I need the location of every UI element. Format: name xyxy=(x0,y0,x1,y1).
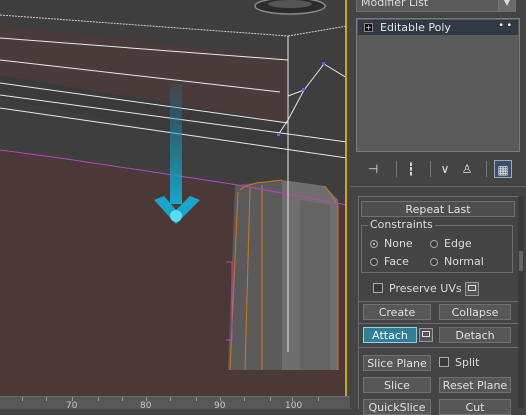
constraint-edge-radio[interactable]: Edge xyxy=(430,238,472,250)
attach-settings-icon[interactable] xyxy=(419,328,433,342)
pin-stack-icon[interactable]: ⊣ xyxy=(364,160,382,178)
constraint-none-label: None xyxy=(384,237,413,250)
split-checkbox[interactable]: Split xyxy=(439,357,479,369)
vertex-1[interactable] xyxy=(322,62,325,65)
radio-selected-icon xyxy=(370,240,378,248)
show-end-result-icon[interactable]: ┇ xyxy=(402,160,420,178)
toolbar-divider xyxy=(396,161,397,177)
stack-item-editable-poly[interactable]: + Editable Poly • • xyxy=(358,20,518,35)
radio-icon xyxy=(430,258,438,266)
stack-item-label: Editable Poly xyxy=(380,21,451,34)
detach-button[interactable]: Detach xyxy=(439,327,511,343)
toolbar-divider xyxy=(486,161,487,177)
constraint-face-label: Face xyxy=(384,255,409,268)
constraint-none-radio[interactable]: None xyxy=(370,238,413,250)
cut-button[interactable]: Cut xyxy=(439,399,511,415)
ruler-tick xyxy=(122,397,123,401)
vertex-2[interactable] xyxy=(302,88,305,91)
block-face xyxy=(228,180,282,370)
repeat-last-button[interactable]: Repeat Last xyxy=(361,201,515,217)
create-button[interactable]: Create xyxy=(363,304,431,320)
expand-icon[interactable]: + xyxy=(364,23,373,32)
preserve-uvs-settings-icon[interactable] xyxy=(465,282,479,296)
checkbox-icon xyxy=(439,357,449,367)
remove-modifier-icon[interactable]: ♙ xyxy=(458,160,476,178)
panel-divider xyxy=(350,186,526,187)
rollout-divider xyxy=(359,301,519,302)
constraint-edge-label: Edge xyxy=(444,237,472,250)
arrow-glow xyxy=(170,210,182,222)
quickslice-button[interactable]: QuickSlice xyxy=(363,399,431,415)
time-ruler[interactable]: 70 80 90 100 xyxy=(0,396,352,409)
ruler-tick xyxy=(318,397,319,401)
ruler-tick xyxy=(98,397,99,401)
ruler-tick xyxy=(196,397,197,401)
preserve-uvs-label: Preserve UVs xyxy=(389,282,462,295)
edit-geometry-rollout: Repeat Last Constraints None Edge Face N… xyxy=(358,196,519,415)
ruler-tick xyxy=(270,397,271,401)
constraints-group: Constraints None Edge Face Normal xyxy=(361,218,513,273)
constraints-title: Constraints xyxy=(368,218,435,231)
block-inner xyxy=(300,200,330,370)
perspective-viewport[interactable] xyxy=(0,0,347,396)
make-unique-icon[interactable]: ∨ xyxy=(436,160,454,178)
rollout-divider xyxy=(359,347,519,348)
radio-icon xyxy=(430,240,438,248)
preserve-uvs-checkbox[interactable]: Preserve UVs xyxy=(373,283,462,295)
attach-button[interactable]: Attach xyxy=(363,327,417,343)
split-label: Split xyxy=(455,356,480,369)
collapse-button[interactable]: Collapse xyxy=(439,304,511,320)
slice-button[interactable]: Slice xyxy=(363,377,431,393)
ruler-tick xyxy=(22,397,23,401)
vertex-3[interactable] xyxy=(277,133,280,136)
stack-toolbar: ⊣ ┇ ∨ ♙ ▦ xyxy=(356,158,520,180)
ruler-tick xyxy=(244,397,245,401)
wire-ridge xyxy=(287,63,347,121)
arrow-shaft xyxy=(170,84,182,204)
command-panel: Modifier List ▼ + Editable Poly • • ⊣ ┇ … xyxy=(350,0,526,415)
ruler-tick xyxy=(46,397,47,401)
ruler-tick xyxy=(170,397,171,401)
subobject-dots-icon: • • xyxy=(498,21,512,31)
viewport-scene xyxy=(0,0,347,396)
chevron-down-icon[interactable]: ▼ xyxy=(498,0,515,11)
toolbar-divider xyxy=(430,161,431,177)
viewport-active-border xyxy=(345,0,347,396)
constraint-normal-radio[interactable]: Normal xyxy=(430,256,484,268)
scrollbar-thumb[interactable] xyxy=(519,251,523,271)
configure-sets-icon[interactable]: ▦ xyxy=(494,160,512,178)
radio-icon xyxy=(370,258,378,266)
reset-plane-button[interactable]: Reset Plane xyxy=(439,377,511,393)
modifier-stack[interactable]: + Editable Poly • • xyxy=(356,18,520,152)
wire-dashed-2 xyxy=(287,25,347,37)
panel-scrollbar[interactable] xyxy=(518,196,524,408)
viewcube-core xyxy=(268,0,312,8)
slice-plane-button[interactable]: Slice Plane xyxy=(363,355,431,371)
modifier-list-dropdown[interactable]: Modifier List ▼ xyxy=(356,0,516,12)
rollout-divider xyxy=(359,323,519,324)
constraint-normal-label: Normal xyxy=(444,255,484,268)
checkbox-icon xyxy=(373,283,383,293)
constraint-face-radio[interactable]: Face xyxy=(370,256,409,268)
modifier-list-label: Modifier List xyxy=(361,0,429,9)
